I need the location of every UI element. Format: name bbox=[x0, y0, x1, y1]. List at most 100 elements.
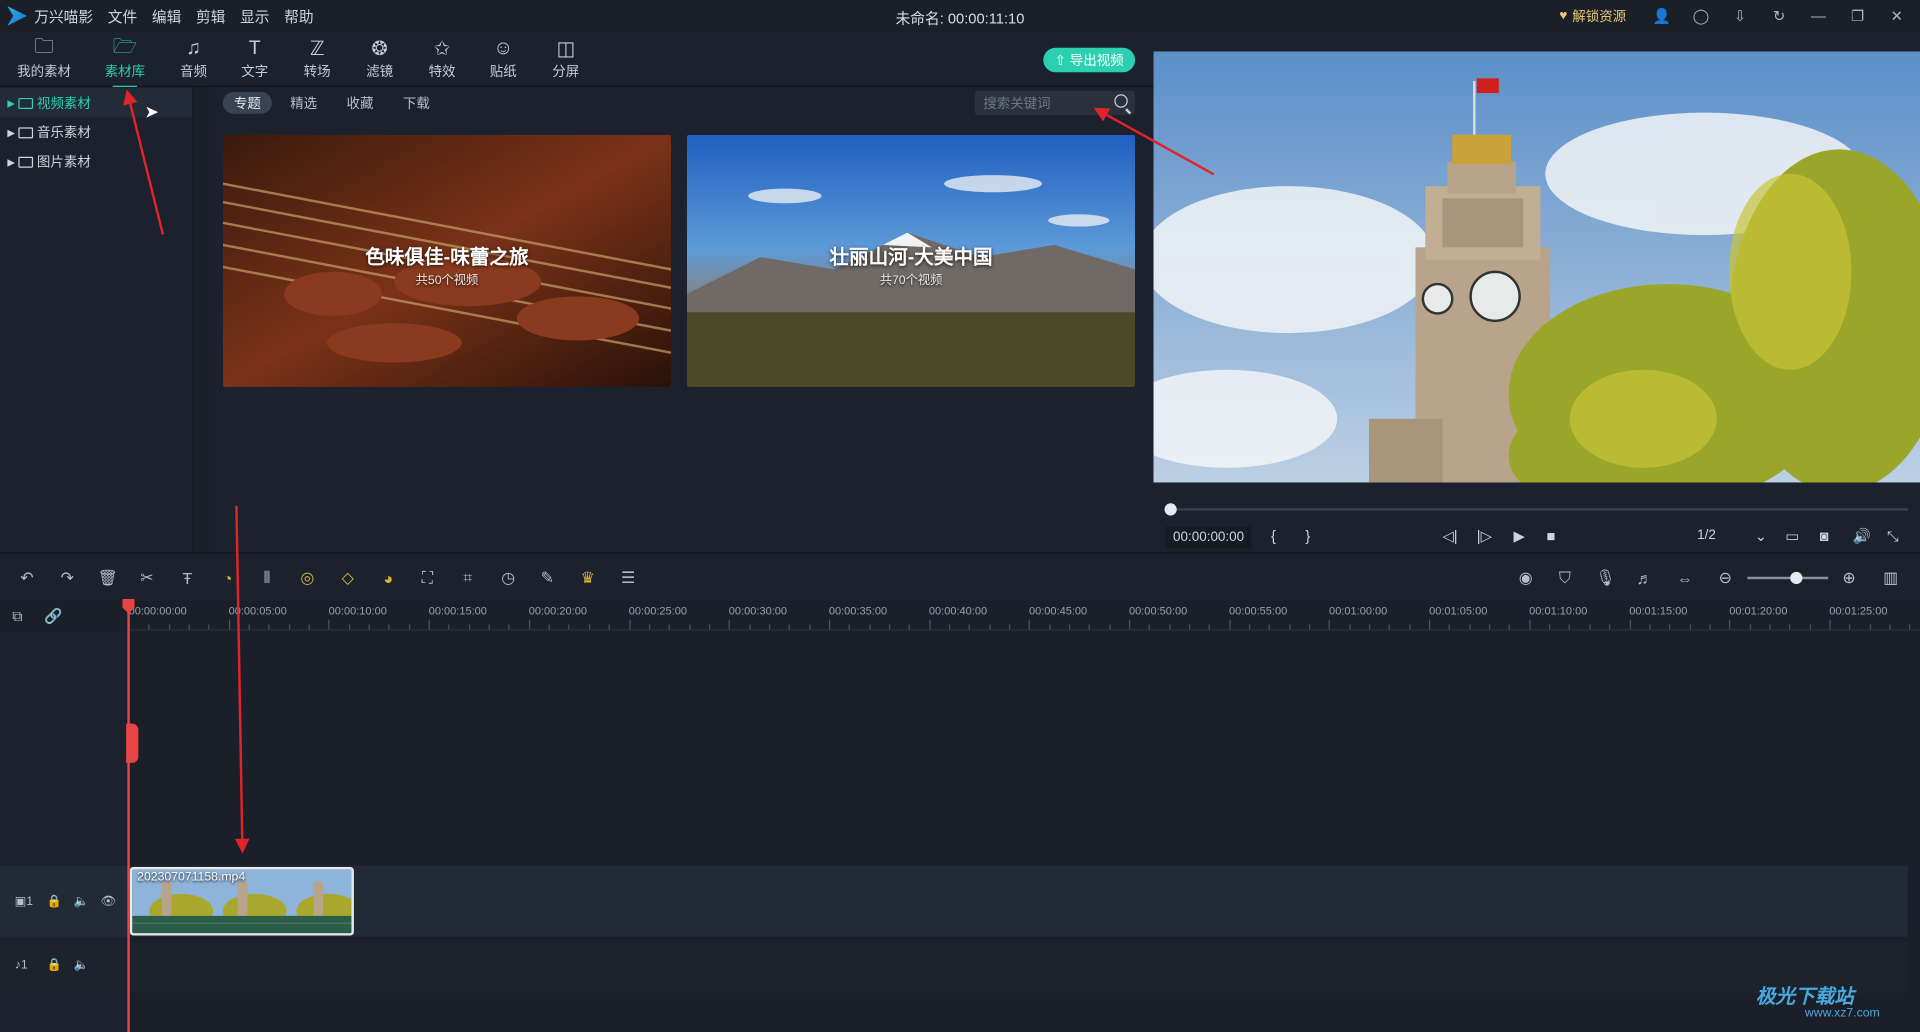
tab-my-media[interactable]: 🗀 我的素材 bbox=[13, 36, 74, 81]
fit-timeline-icon[interactable]: ⇔ bbox=[1675, 568, 1695, 588]
audio-mix-icon[interactable]: ♬ bbox=[1635, 568, 1655, 588]
add-track-icon[interactable]: ⧉ bbox=[12, 607, 23, 625]
cut-icon[interactable]: ✂ bbox=[137, 568, 157, 588]
text-edit-icon[interactable]: Ŧ bbox=[178, 568, 198, 588]
ruler-tick-label: 00:00:45:00 bbox=[1028, 604, 1088, 618]
menu-edit[interactable]: 编辑 bbox=[152, 6, 181, 27]
undo-icon[interactable]: ↶ bbox=[17, 568, 37, 588]
monitor-icon[interactable]: ▭ bbox=[1785, 528, 1799, 545]
chevron-down-icon[interactable]: ⌄ bbox=[1755, 528, 1767, 545]
menu-file[interactable]: 文件 bbox=[108, 6, 137, 27]
download-icon[interactable]: ⇩ bbox=[1729, 5, 1751, 27]
eye-icon[interactable]: 👁 bbox=[100, 895, 116, 908]
trophy-icon[interactable]: ♛ bbox=[578, 568, 598, 588]
panel-divider[interactable] bbox=[193, 86, 209, 553]
shield-icon[interactable]: ⛉ bbox=[1555, 568, 1575, 588]
menu-view[interactable]: 显示 bbox=[240, 6, 269, 27]
search-icon[interactable] bbox=[1114, 94, 1128, 108]
zoom-slider-handle[interactable] bbox=[1790, 571, 1803, 585]
adjust-icon[interactable]: ☰ bbox=[618, 568, 638, 588]
volume-icon[interactable]: 🔊 bbox=[1853, 528, 1871, 545]
split-screen-icon: ◫ bbox=[556, 39, 575, 61]
ruler-tick bbox=[1489, 624, 1491, 630]
tab-featured[interactable]: 精选 bbox=[279, 92, 328, 114]
mark-out-icon[interactable]: } bbox=[1305, 528, 1310, 545]
panel-layout-icon[interactable]: ▥ bbox=[1881, 568, 1901, 588]
speed-icon[interactable]: ◔ bbox=[218, 568, 238, 588]
menu-help[interactable]: 帮助 bbox=[284, 6, 313, 27]
tab-favorites[interactable]: 收藏 bbox=[336, 92, 385, 114]
search-input[interactable]: 搜索关键词 bbox=[974, 90, 1136, 116]
timeline-ruler[interactable]: 00:00:00:00 00:00:05:00 00:00:10:00 00:00:1… bbox=[128, 601, 1920, 631]
snapshot-icon[interactable]: ◙ bbox=[1820, 528, 1829, 545]
keyframe-icon[interactable]: ◇ bbox=[338, 568, 358, 588]
lock-icon[interactable]: 🔒 bbox=[47, 959, 62, 972]
restore-icon[interactable]: ❐ bbox=[1847, 5, 1869, 27]
tab-audio[interactable]: ♫ 音频 bbox=[163, 37, 224, 81]
color-icon[interactable]: ◕ bbox=[378, 568, 398, 588]
tab-effects[interactable]: ✩ 特效 bbox=[411, 37, 472, 81]
crop-icon[interactable]: ⌗ bbox=[458, 568, 478, 588]
stop-icon[interactable]: ■ bbox=[1547, 528, 1556, 545]
previous-frame-icon[interactable]: ◁| bbox=[1442, 528, 1457, 545]
render-icon[interactable]: ◉ bbox=[1516, 568, 1536, 588]
sidebar-item-video[interactable]: ▶ 视频素材 bbox=[0, 88, 193, 118]
audio-track-1[interactable] bbox=[0, 941, 1908, 994]
play-icon[interactable]: ▶ bbox=[1513, 528, 1524, 545]
ruler-tick bbox=[1689, 624, 1691, 630]
message-icon[interactable]: ◯ bbox=[1690, 5, 1712, 27]
lock-icon[interactable]: 🔒 bbox=[47, 895, 62, 908]
preview-quality-select[interactable]: 1/2 bbox=[1697, 528, 1716, 543]
export-video-button[interactable]: ⇧ 导出视频 bbox=[1043, 47, 1136, 73]
video-clip[interactable]: 202307071158.mp4 bbox=[129, 866, 354, 936]
zoom-in-icon[interactable]: ⊕ bbox=[1839, 568, 1859, 588]
mute-icon[interactable]: 🔈 bbox=[73, 895, 88, 908]
tab-filter[interactable]: ❂ 滤镜 bbox=[349, 37, 410, 81]
minimize-icon[interactable]: — bbox=[1807, 5, 1829, 27]
ruler-tick bbox=[788, 624, 791, 630]
tab-transition[interactable]: ℤ 转场 bbox=[287, 37, 348, 81]
fullscreen-icon[interactable]: ⤡ bbox=[1887, 528, 1899, 546]
tab-text[interactable]: T 文字 bbox=[224, 37, 285, 81]
next-frame-icon[interactable]: |▷ bbox=[1477, 528, 1492, 545]
unlock-resources-button[interactable]: ♥ 解锁资源 bbox=[1559, 6, 1626, 26]
export-label: 导出视频 bbox=[1069, 53, 1124, 69]
speedometer-icon[interactable]: ◷ bbox=[498, 568, 518, 588]
ruler-tick-label: 00:00:15:00 bbox=[428, 604, 487, 618]
3d-icon[interactable]: ◎ bbox=[298, 568, 318, 588]
title-bar: 万兴喵影 文件 编辑 剪辑 显示 帮助 未命名: 00:00:11:10 ♥ 解锁… bbox=[0, 0, 1920, 32]
ruler-tick bbox=[168, 624, 170, 630]
mark-in-icon[interactable]: { bbox=[1271, 528, 1276, 545]
sidebar-item-music[interactable]: ▶ 音乐素材 bbox=[0, 118, 192, 147]
tab-sticker[interactable]: ☺ 贴纸 bbox=[473, 37, 534, 81]
tab-media-library[interactable]: 🗁 素材库 bbox=[94, 36, 155, 89]
preview-seek-handle[interactable] bbox=[1164, 503, 1177, 516]
sidebar-item-image[interactable]: ▶ 图片素材 bbox=[0, 147, 192, 176]
tab-split-screen[interactable]: ◫ 分屏 bbox=[535, 37, 596, 81]
mute-icon[interactable]: 🔈 bbox=[73, 959, 88, 972]
refresh-icon[interactable]: ↻ bbox=[1768, 5, 1790, 27]
media-library-panel: 专题 精选 收藏 下载 搜索关键词 色味俱佳-味蕾之旅 共50个视频 壮丽山河-… bbox=[208, 86, 1154, 553]
pen-icon[interactable]: ✎ bbox=[538, 568, 558, 588]
delete-icon[interactable]: 🗑 bbox=[98, 568, 118, 588]
zoom-slider[interactable] bbox=[1747, 576, 1829, 580]
ruler-tick bbox=[1749, 624, 1751, 630]
topic-card-food[interactable]: 色味俱佳-味蕾之旅 共50个视频 bbox=[222, 134, 672, 387]
playhead-tab[interactable] bbox=[126, 723, 139, 763]
topic-card-landscape[interactable]: 壮丽山河-大美中国 共70个视频 bbox=[686, 134, 1136, 387]
close-icon[interactable]: ✕ bbox=[1886, 5, 1908, 27]
audio-wave-icon[interactable]: ⫴ bbox=[257, 568, 277, 588]
tab-topics[interactable]: 专题 bbox=[222, 91, 272, 114]
playhead[interactable] bbox=[127, 601, 130, 1032]
ruler-tick bbox=[928, 619, 931, 630]
redo-icon[interactable]: ↷ bbox=[58, 568, 78, 588]
account-icon[interactable]: 👤 bbox=[1651, 5, 1673, 27]
crop-fit-icon[interactable]: ⛶ bbox=[418, 568, 438, 588]
menu-clip[interactable]: 剪辑 bbox=[196, 6, 225, 27]
mouse-cursor-icon: ➤ bbox=[144, 101, 159, 122]
tab-downloads[interactable]: 下载 bbox=[392, 92, 441, 114]
microphone-icon[interactable]: 🎙 bbox=[1595, 568, 1615, 588]
link-icon[interactable]: 🔗 bbox=[44, 607, 62, 624]
preview-seek-bar[interactable] bbox=[1169, 508, 1908, 511]
zoom-out-icon[interactable]: ⊖ bbox=[1716, 568, 1736, 588]
